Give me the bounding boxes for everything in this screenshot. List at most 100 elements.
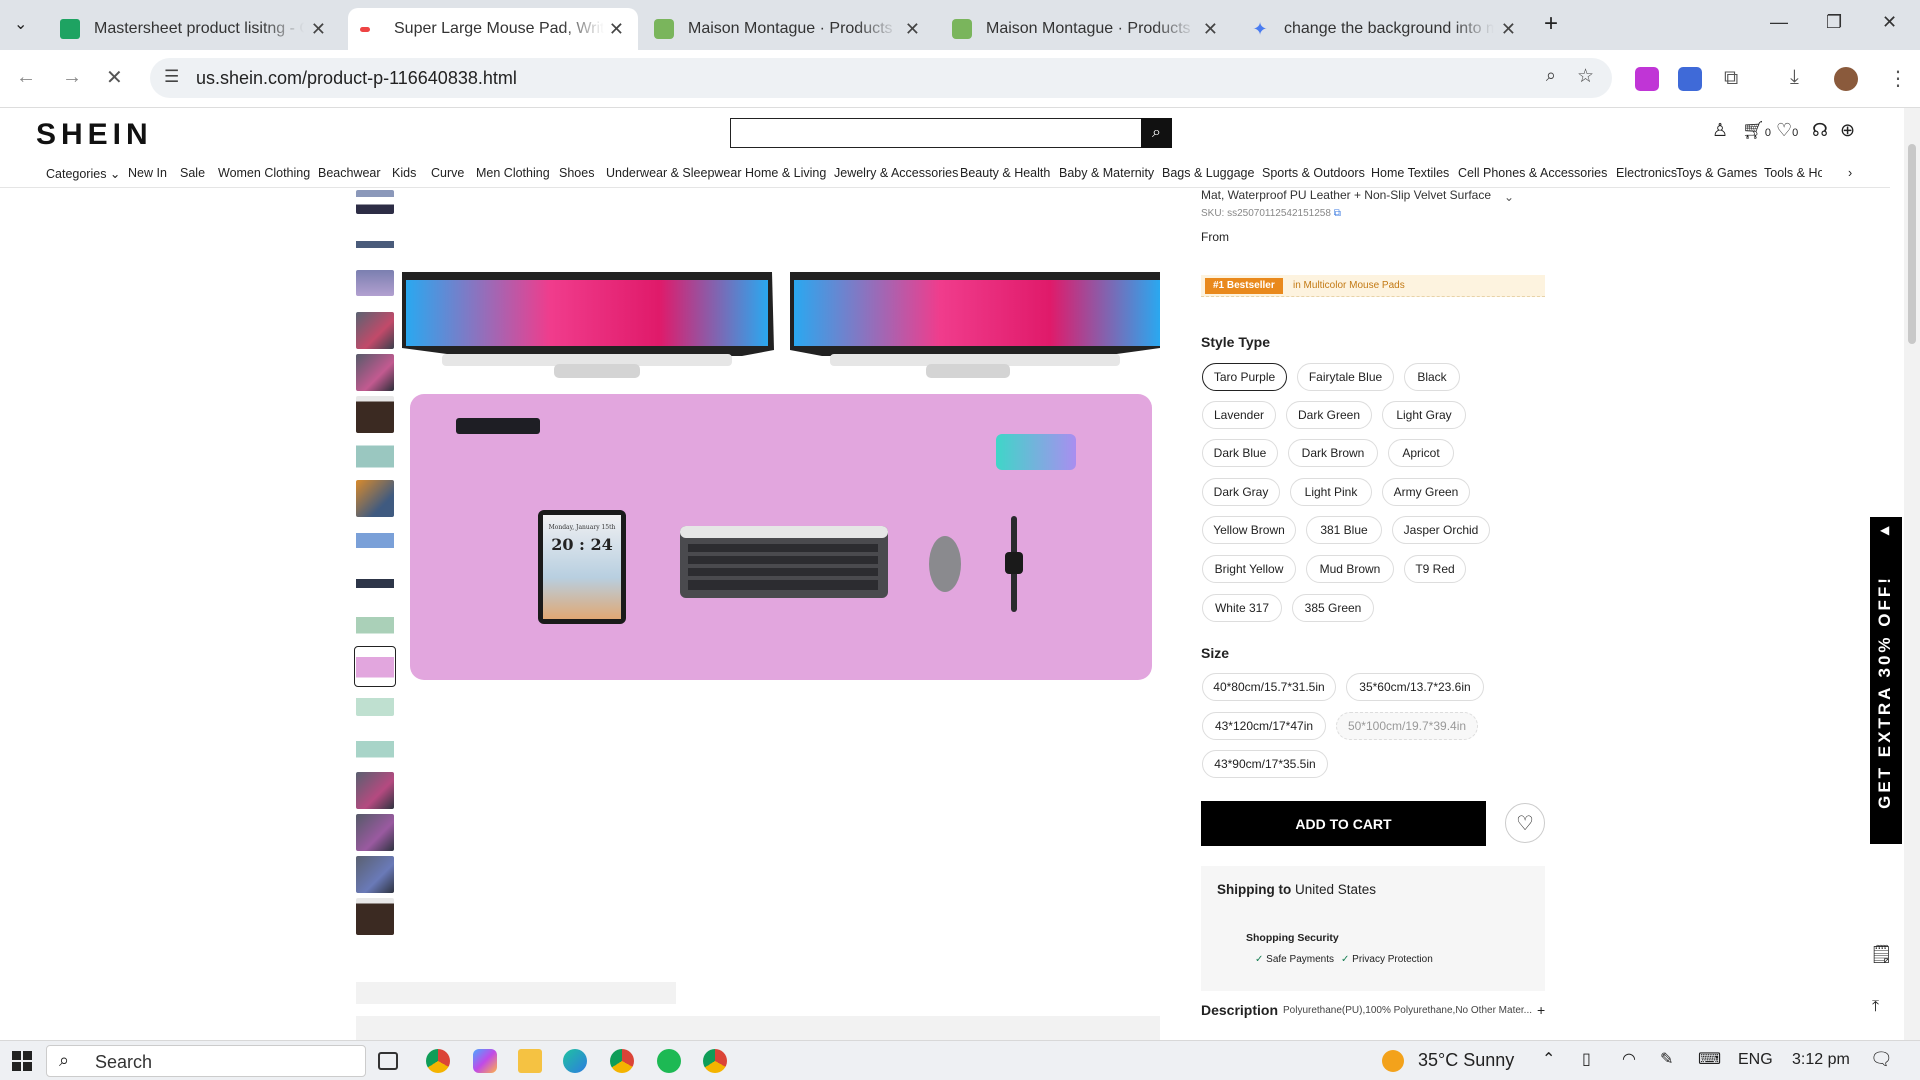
description-row[interactable]: Description Polyurethane(PU),100% Polyur…: [1201, 1002, 1545, 1022]
notifications-icon[interactable]: 🗨︎: [1870, 1049, 1893, 1070]
nav-item[interactable]: Curve: [431, 166, 464, 180]
nav-item[interactable]: Home & Living: [745, 166, 826, 180]
download-extension-icon[interactable]: [1635, 67, 1659, 91]
url-text[interactable]: us.shein.com/product-p-116640838.html: [196, 68, 517, 89]
back-to-top-icon[interactable]: ⤒: [1872, 998, 1879, 1016]
close-icon[interactable]: ✕: [1501, 19, 1516, 40]
chevron-down-icon[interactable]: ⌄: [1504, 190, 1514, 204]
tab-gemini[interactable]: ✦ change the background into m ✕: [1238, 8, 1530, 50]
nav-item[interactable]: Cell Phones & Accessories: [1458, 166, 1607, 180]
size-option-unavailable[interactable]: 50*100cm/19.7*39.4in: [1336, 712, 1478, 740]
thumbnail[interactable]: [356, 354, 394, 391]
weather-sun-icon[interactable]: [1382, 1050, 1404, 1072]
support-icon[interactable]: ☊: [1812, 120, 1828, 141]
nav-item[interactable]: Sports & Outdoors: [1262, 166, 1365, 180]
tab-mastersheet[interactable]: Mastersheet product lisitng - G ✕: [48, 8, 340, 50]
edge-icon[interactable]: [563, 1049, 587, 1073]
chrome-icon[interactable]: [426, 1049, 450, 1073]
address-bar[interactable]: ☰ us.shein.com/product-p-116640838.html …: [150, 58, 1612, 98]
poky-extension-icon[interactable]: [1678, 67, 1702, 91]
promo-side-banner[interactable]: ◀ GET EXTRA 30% OFF!: [1870, 517, 1902, 844]
nav-item[interactable]: Jewelry & Accessories: [834, 166, 958, 180]
thumbnail[interactable]: [356, 814, 394, 851]
search-icon[interactable]: ⌕: [1141, 118, 1172, 148]
expand-plus-icon[interactable]: +: [1537, 1002, 1545, 1018]
chrome-icon[interactable]: [703, 1049, 727, 1073]
nav-item[interactable]: Kids: [392, 166, 416, 180]
tab-shein-active[interactable]: Super Large Mouse Pad, Writing ✕: [348, 8, 638, 50]
nav-item[interactable]: Underwear & Sleepwear: [606, 166, 742, 180]
style-option[interactable]: Black: [1404, 363, 1460, 391]
thumbnail-selected[interactable]: [354, 646, 396, 687]
nav-item[interactable]: Bags & Luggage: [1162, 166, 1254, 180]
site-search-input[interactable]: ⌕: [730, 118, 1172, 148]
thumbnail[interactable]: [356, 480, 394, 517]
size-option[interactable]: 35*60cm/13.7*23.6in: [1346, 673, 1484, 701]
tab-maison-2[interactable]: Maison Montague · Products · A ✕: [940, 8, 1232, 50]
nav-item[interactable]: Beauty & Health: [960, 166, 1050, 180]
thumbnail[interactable]: [356, 898, 394, 935]
thumbnail[interactable]: [356, 606, 394, 643]
bookmark-star-icon[interactable]: ☆: [1577, 65, 1594, 88]
size-option[interactable]: 43*120cm/17*47in: [1202, 712, 1326, 740]
thumbnail[interactable]: [356, 856, 394, 893]
thumbnail[interactable]: [356, 312, 394, 349]
phone-link-icon[interactable]: ▯: [1582, 1049, 1591, 1069]
taskbar-search[interactable]: ⌕ Search: [46, 1045, 366, 1077]
window-close-button[interactable]: ✕: [1882, 12, 1897, 33]
thumbnail[interactable]: [356, 270, 394, 296]
keyboard-icon[interactable]: ⌨: [1698, 1049, 1721, 1069]
stop-loading-icon[interactable]: ✕: [106, 65, 123, 90]
forward-icon[interactable]: →: [62, 66, 82, 89]
nav-categories[interactable]: Categories ⌄: [46, 166, 120, 181]
shipping-line[interactable]: Shipping to United States: [1217, 882, 1376, 897]
close-icon[interactable]: ✕: [1203, 19, 1218, 40]
style-option[interactable]: Apricot: [1388, 439, 1454, 467]
nav-item[interactable]: New In: [128, 166, 167, 180]
page-scrollbar[interactable]: [1904, 108, 1920, 1040]
style-option[interactable]: Dark Blue: [1202, 439, 1278, 467]
style-option[interactable]: Jasper Orchid: [1392, 516, 1490, 544]
thumbnail[interactable]: [356, 190, 394, 214]
task-view-icon[interactable]: [378, 1052, 398, 1070]
style-option[interactable]: Light Gray: [1382, 401, 1466, 429]
style-option[interactable]: Dark Green: [1286, 401, 1372, 429]
style-option[interactable]: Light Pink: [1290, 478, 1372, 506]
tab-search-dropdown-icon[interactable]: ⌄: [14, 14, 27, 34]
style-option[interactable]: Mud Brown: [1306, 555, 1394, 583]
language-indicator[interactable]: ENG: [1738, 1051, 1773, 1069]
spotify-icon[interactable]: [657, 1049, 681, 1073]
globe-icon[interactable]: ⊕: [1840, 120, 1855, 141]
chevron-right-icon[interactable]: ›: [1848, 166, 1852, 180]
thumbnail[interactable]: [356, 730, 394, 767]
nav-item[interactable]: Men Clothing: [476, 166, 550, 180]
thumbnail[interactable]: [356, 690, 394, 716]
extensions-puzzle-icon[interactable]: ⧉: [1724, 67, 1738, 90]
notes-icon[interactable]: 🗒︎: [1870, 944, 1893, 965]
nav-item[interactable]: Toys & Games: [1676, 166, 1757, 180]
style-option[interactable]: Army Green: [1382, 478, 1470, 506]
scrollbar-thumb[interactable]: [1908, 144, 1916, 344]
style-option[interactable]: Lavender: [1202, 401, 1276, 429]
site-info-icon[interactable]: ☰: [164, 67, 179, 87]
style-option[interactable]: 385 Green: [1292, 594, 1374, 622]
style-option[interactable]: Bright Yellow: [1202, 555, 1296, 583]
nav-item[interactable]: Baby & Maternity: [1059, 166, 1154, 180]
nav-item[interactable]: Beachwear: [318, 166, 381, 180]
copy-icon[interactable]: ⧉: [1334, 208, 1341, 219]
nav-item[interactable]: Home Textiles: [1371, 166, 1449, 180]
file-explorer-icon[interactable]: [518, 1049, 542, 1073]
zoom-icon[interactable]: ⌕: [1546, 65, 1556, 86]
style-option[interactable]: T9 Red: [1404, 555, 1466, 583]
tab-maison-1[interactable]: Maison Montague · Products · M ✕: [642, 8, 934, 50]
thumbnail[interactable]: [356, 564, 394, 601]
style-option[interactable]: Yellow Brown: [1202, 516, 1296, 544]
chevron-up-icon[interactable]: ⌃: [1542, 1049, 1555, 1069]
nav-item[interactable]: Electronics: [1616, 166, 1677, 180]
cart-icon[interactable]: 🛒︎0: [1742, 120, 1771, 141]
wishlist-icon[interactable]: ♡0: [1776, 120, 1798, 141]
thumbnail[interactable]: [356, 396, 394, 433]
windows-start-icon[interactable]: [12, 1051, 32, 1071]
thumbnail[interactable]: [356, 226, 394, 263]
copilot-icon[interactable]: [473, 1049, 497, 1073]
